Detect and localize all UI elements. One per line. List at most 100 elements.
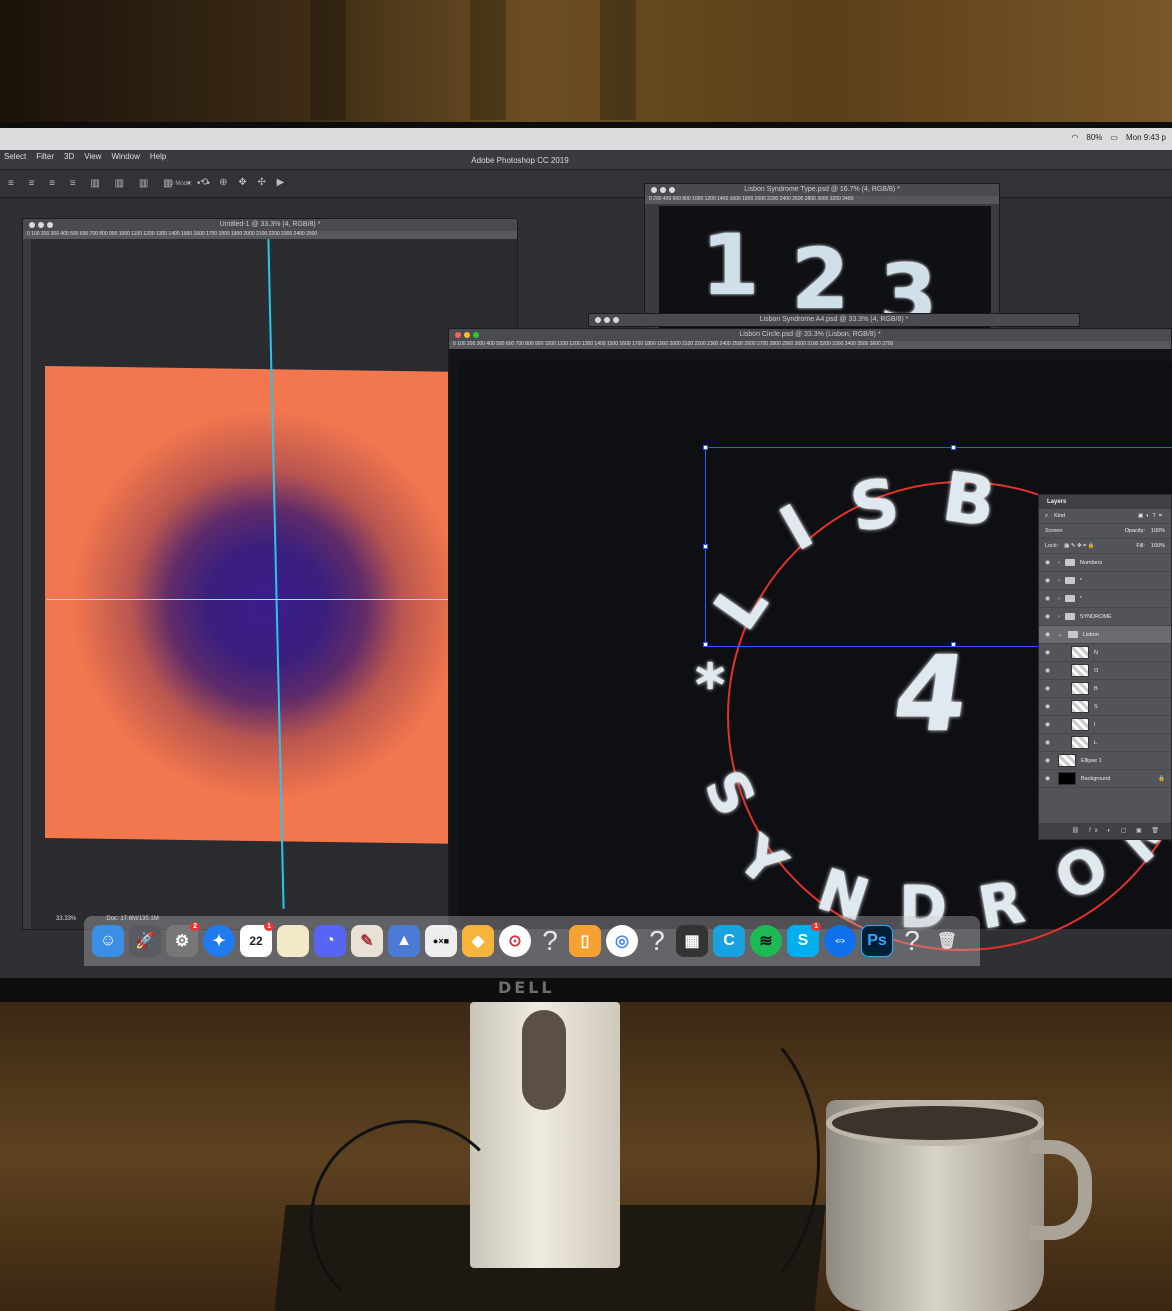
- layer-group-asterisk-2[interactable]: ◉ › *: [1039, 590, 1171, 608]
- doc-window-untitled[interactable]: Untitled-1 @ 33.3% (4, RGB/8) * 0 100 20…: [22, 218, 518, 930]
- layer-n[interactable]: ◉ N: [1039, 644, 1171, 662]
- layer-thumbnail: [1071, 682, 1089, 695]
- horizontal-ruler[interactable]: 0 100 200 300 400 500 600 700 800 900 10…: [23, 231, 517, 239]
- eye-icon[interactable]: ◉: [1045, 649, 1053, 656]
- filter-icons[interactable]: ▣◐T⌗: [1138, 513, 1165, 520]
- doc-window-type[interactable]: Lisbon Syndrome Type.psd @ 16.7% (4, RGB…: [644, 183, 1000, 344]
- battery-percent[interactable]: 80%: [1086, 133, 1102, 142]
- eye-icon[interactable]: ◉: [1045, 667, 1053, 674]
- spotify-icon[interactable]: ≋: [750, 925, 782, 957]
- preview-icon[interactable]: ✎: [351, 925, 383, 957]
- layer-group-syndrome[interactable]: ◉ › SYNDROME: [1039, 608, 1171, 626]
- notes-icon[interactable]: [277, 925, 309, 957]
- blend-mode-select[interactable]: Screen: [1045, 528, 1062, 534]
- layer-filter-row[interactable]: ⌕ Kind ▣◐T⌗: [1039, 509, 1171, 524]
- doc-titlebar[interactable]: Untitled-1 @ 33.3% (4, RGB/8) *: [23, 219, 517, 231]
- transform-handle[interactable]: [951, 445, 956, 450]
- transform-handle[interactable]: [703, 445, 708, 450]
- doc-titlebar[interactable]: Lisbon Syndrome Type.psd @ 16.7% (4, RGB…: [645, 184, 999, 196]
- chevron-right-icon[interactable]: ›: [1058, 596, 1060, 602]
- unknown-app-icon[interactable]: ?: [536, 925, 564, 957]
- layer-l[interactable]: ◉ L: [1039, 734, 1171, 752]
- transform-handle[interactable]: [703, 544, 708, 549]
- layer-name: *: [1079, 577, 1082, 584]
- monitor-screen: ◠ 80% ▭ Mon 9:43 p Select Filter 3D View…: [0, 128, 1172, 978]
- eye-icon[interactable]: ◉: [1045, 613, 1053, 620]
- opacity-field[interactable]: 100%: [1151, 528, 1165, 534]
- sketch-icon[interactable]: ◆: [462, 925, 494, 957]
- eye-icon[interactable]: ◉: [1045, 757, 1053, 764]
- app-icon[interactable]: ●×■: [425, 925, 457, 957]
- eye-icon[interactable]: ◉: [1045, 739, 1053, 746]
- lock-icon[interactable]: 🔒: [1158, 776, 1165, 782]
- chevron-right-icon[interactable]: ›: [1058, 578, 1060, 584]
- calendar-icon[interactable]: 22 1: [240, 922, 274, 957]
- unknown-app-icon[interactable]: ?: [898, 925, 926, 957]
- eye-icon[interactable]: ◉: [1045, 559, 1053, 566]
- chrome-icon[interactable]: ◎: [606, 925, 638, 957]
- layer-group-asterisk[interactable]: ◉ › *: [1039, 572, 1171, 590]
- chevron-right-icon[interactable]: ›: [1058, 614, 1060, 620]
- lock-row[interactable]: Lock: ▦ ✎ ✥ ⌗ 🔒 Fill: 100%: [1039, 539, 1171, 554]
- skype-icon[interactable]: S1: [787, 922, 821, 957]
- transform-handle[interactable]: [703, 642, 708, 647]
- layers-panel[interactable]: Layers ⌕ Kind ▣◐T⌗ Screen Opacity: 100% …: [1038, 494, 1172, 840]
- doc-window-a4[interactable]: Lisbon Syndrome A4.psd @ 33.3% (4, RGB/8…: [588, 313, 1080, 327]
- menubar-clock[interactable]: Mon 9:43 p: [1126, 133, 1166, 142]
- filter-kind[interactable]: Kind: [1054, 513, 1065, 519]
- eye-icon[interactable]: ◉: [1045, 577, 1053, 584]
- layer-group-lisbon[interactable]: ◉ ⌄ Lisbon: [1039, 626, 1171, 644]
- 3d-mode-icons[interactable]: ⟲ ⊕ ✥ ✣ ▶: [200, 177, 288, 188]
- search-icon[interactable]: ⌕: [1045, 513, 1048, 520]
- orange-spray-canvas[interactable]: [45, 366, 471, 844]
- layers-tab[interactable]: Layers: [1039, 495, 1171, 509]
- canvas-area[interactable]: [31, 239, 517, 929]
- doc-title: Lisbon Circle.psd @ 33.3% (Lisbon, RGB/8…: [739, 331, 881, 338]
- system-preferences-icon[interactable]: ⚙ 2: [166, 922, 200, 957]
- horizontal-ruler[interactable]: 0 200 400 600 800 1000 1200 1400 1600 18…: [645, 196, 999, 204]
- chevron-right-icon[interactable]: ›: [1058, 560, 1060, 566]
- lock-icons[interactable]: ▦ ✎ ✥ ⌗ 🔒: [1064, 543, 1094, 550]
- photo-booth-icon[interactable]: ▦: [676, 925, 708, 957]
- zoom-level[interactable]: 33.33%: [56, 916, 76, 922]
- eye-icon[interactable]: ◉: [1045, 721, 1053, 728]
- blend-row[interactable]: Screen Opacity: 100%: [1039, 524, 1171, 539]
- layer-ellipse[interactable]: ◉ Ellipse 1: [1039, 752, 1171, 770]
- fill-field[interactable]: 100%: [1151, 543, 1165, 549]
- code-icon[interactable]: C: [713, 925, 745, 957]
- keynote-icon[interactable]: ▲: [388, 925, 420, 957]
- layer-o[interactable]: ◉ O: [1039, 662, 1171, 680]
- doc-titlebar[interactable]: Lisbon Circle.psd @ 33.3% (Lisbon, RGB/8…: [449, 329, 1171, 341]
- layer-background[interactable]: ◉ Background 🔒: [1039, 770, 1171, 788]
- mac-dock: ☺ 🚀 ⚙ 2 ✦ 22 1 ◔ ✎ ▲ ●×■ ◆ ⊙ ? ▯ ◎ ? ▦ C ≋…: [84, 916, 980, 966]
- eye-icon[interactable]: ◉: [1045, 685, 1053, 692]
- layer-i[interactable]: ◉ I: [1039, 716, 1171, 734]
- eye-icon[interactable]: ◉: [1045, 631, 1053, 638]
- pages-icon[interactable]: ▯: [569, 925, 601, 957]
- layer-b[interactable]: ◉ B: [1039, 680, 1171, 698]
- launchpad-icon[interactable]: 🚀: [129, 925, 161, 957]
- teamviewer-icon[interactable]: ⇔: [824, 925, 856, 957]
- chevron-down-icon[interactable]: ⌄: [1058, 632, 1063, 638]
- horizontal-guide[interactable]: [47, 599, 471, 600]
- horizontal-ruler[interactable]: 0 100 200 300 400 500 600 700 800 900 10…: [449, 341, 1171, 349]
- layers-footer-icons[interactable]: ⛓ fx ◐ ▢ ▣ 🗑: [1039, 823, 1171, 839]
- trash-icon[interactable]: 🗑: [931, 925, 963, 957]
- battery-icon[interactable]: ▭: [1110, 133, 1118, 142]
- vpn-icon[interactable]: ⊙: [499, 925, 531, 957]
- eye-icon[interactable]: ◉: [1045, 595, 1053, 602]
- eye-icon[interactable]: ◉: [1045, 703, 1053, 710]
- finder-icon[interactable]: ☺: [92, 925, 124, 957]
- photoshop-icon[interactable]: Ps: [861, 925, 893, 957]
- opacity-label: Opacity:: [1124, 528, 1145, 534]
- safari-icon[interactable]: ✦: [203, 925, 235, 957]
- layer-group-numbers[interactable]: ◉ › Numbers: [1039, 554, 1171, 572]
- wifi-icon[interactable]: ◠: [1071, 133, 1078, 142]
- doc-titlebar[interactable]: Lisbon Syndrome A4.psd @ 33.3% (4, RGB/8…: [589, 314, 1079, 326]
- layer-thumbnail: [1071, 664, 1089, 677]
- eye-icon[interactable]: ◉: [1045, 775, 1053, 782]
- discord-icon[interactable]: ◔: [314, 925, 346, 957]
- cable: [600, 1010, 820, 1310]
- unknown-app-icon[interactable]: ?: [643, 925, 671, 957]
- layer-s[interactable]: ◉ S: [1039, 698, 1171, 716]
